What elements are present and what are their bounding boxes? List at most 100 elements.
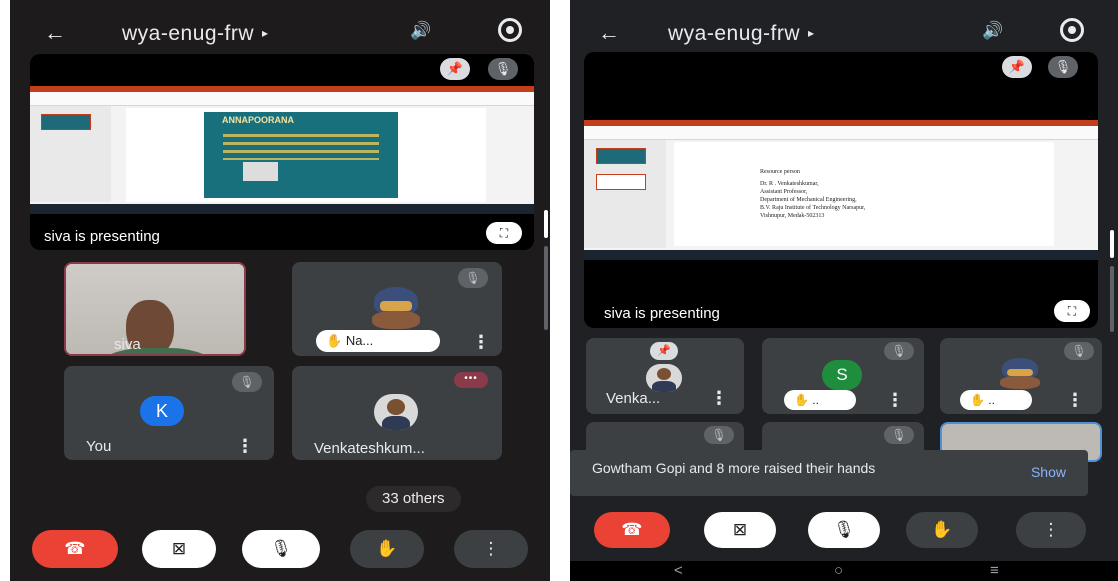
raised-hand-icon: ✋ — [970, 393, 985, 407]
back-arrow-icon[interactable]: ← — [44, 20, 66, 46]
end-call-icon: ☎ — [621, 520, 643, 539]
participant-tile-you[interactable]: 🎙 K You ⋮ — [64, 366, 274, 460]
mic-off-icon: 🎙 — [833, 520, 855, 539]
raised-hands-snackbar: Gowtham Gopi and 8 more raised their han… — [570, 450, 1088, 496]
slide-thumbnail — [41, 114, 92, 130]
mic-off-icon: 🎙 — [884, 342, 914, 360]
raised-hand-icon: ✋ — [326, 333, 343, 348]
switch-camera-icon[interactable] — [498, 18, 522, 42]
caret-right-icon: ▸ — [262, 26, 269, 40]
more-options-button[interactable]: ⋮ — [1016, 512, 1086, 548]
meeting-code-title[interactable]: wya-enug-frw ▸ — [122, 22, 269, 46]
participant-tile-venka[interactable]: 📌 Venka... ⋮ — [586, 338, 744, 414]
meeting-code-title[interactable]: wya-enug-frw ▸ — [668, 22, 815, 46]
slide-thumbnail — [595, 174, 647, 190]
pin-icon[interactable]: 📌 — [1002, 56, 1032, 78]
nav-back-icon[interactable]: < — [674, 562, 683, 579]
shared-screen: Resource person Dr. R . Venkateshkumar, … — [584, 120, 1098, 260]
participant-tile-siva[interactable]: siva ⋮ — [64, 262, 246, 356]
more-options-icon[interactable]: ⋮ — [710, 389, 728, 407]
slide-thumbnail — [595, 148, 647, 164]
camera-off-icon: ⊠ — [171, 539, 187, 558]
nav-recents-icon[interactable]: ≡ — [990, 562, 999, 579]
camera-toggle-button[interactable]: ⊠ — [704, 512, 776, 548]
left-phone-screen: ← wya-enug-frw ▸ 🔊 📌 🎙 ANNAPOORANA siva … — [10, 0, 550, 581]
more-options-icon[interactable]: ⋮ — [886, 391, 904, 409]
right-phone-screen: ← wya-enug-frw ▸ 🔊 📌 🎙 Resource person Dr… — [570, 0, 1118, 581]
participant-name: siva — [114, 336, 141, 353]
avatar-photo — [374, 394, 418, 430]
scrollbar-thumb[interactable] — [1110, 230, 1114, 258]
nav-home-icon[interactable]: ○ — [834, 562, 843, 579]
more-options-button[interactable]: ⋮ — [454, 530, 528, 568]
poster-photo — [242, 161, 278, 181]
hand-icon: ✋ — [931, 520, 953, 539]
avatar-letter: S — [822, 360, 862, 390]
end-call-button[interactable]: ☎ — [32, 530, 118, 568]
mic-off-icon: 🎙 — [232, 372, 262, 392]
participant-tile-na[interactable]: 🎙 ✋ Na... ⋮ — [292, 262, 502, 356]
slide-poster: ANNAPOORANA — [204, 112, 398, 198]
switch-camera-icon[interactable] — [1060, 18, 1084, 42]
mic-off-icon: 🎙 — [488, 58, 518, 80]
fullscreen-icon[interactable]: ⛶ — [1054, 300, 1090, 322]
raised-hand-badge: ✋ .. — [784, 390, 856, 410]
participant-name: Na... — [345, 333, 374, 348]
more-options-icon[interactable]: ⋮ — [472, 333, 490, 351]
pin-icon[interactable]: 📌 — [650, 342, 678, 360]
show-hands-button[interactable]: Show — [1031, 464, 1066, 480]
android-nav-bar: < ○ ≡ — [570, 561, 1118, 581]
snackbar-message: Gowtham Gopi and 8 more raised their han… — [592, 460, 876, 476]
camera-toggle-button[interactable]: ⊠ — [142, 530, 216, 568]
more-vert-icon: ⋮ — [482, 539, 500, 558]
speaker-icon[interactable]: 🔊 — [982, 21, 1003, 41]
mic-off-icon: 🎙 — [458, 268, 488, 288]
ppt-toolbar — [30, 92, 534, 106]
more-options-icon[interactable]: ⋮ — [1066, 391, 1084, 409]
activity-dots-icon: ••• — [454, 372, 488, 388]
raised-hand-badge: ✋ .. — [960, 390, 1032, 410]
slide-canvas: Resource person Dr. R . Venkateshkumar, … — [674, 142, 1054, 246]
resource-person-text: Resource person Dr. R . Venkateshkumar, … — [760, 169, 866, 219]
mic-toggle-button[interactable]: 🎙 — [808, 512, 880, 548]
presentation-panel[interactable]: 📌 🎙 Resource person Dr. R . Venkateshkum… — [584, 52, 1098, 328]
participant-tile-s[interactable]: 🎙 S ✋ .. ⋮ — [762, 338, 924, 414]
scrollbar-track[interactable] — [1110, 266, 1114, 332]
avatar-cartoon — [998, 356, 1042, 390]
scrollbar-thumb[interactable] — [544, 210, 548, 238]
fullscreen-icon[interactable]: ⛶ — [486, 222, 522, 244]
ppt-toolbar — [584, 126, 1098, 140]
presenting-label: siva is presenting — [604, 305, 720, 322]
raised-hand-icon: ✋ — [794, 393, 809, 407]
participant-name: You — [86, 438, 112, 455]
avatar-letter: K — [140, 396, 184, 426]
scrollbar-track[interactable] — [544, 246, 548, 330]
participant-tile-cartoon[interactable]: 🎙 ✋ .. ⋮ — [940, 338, 1102, 414]
presenting-label: siva is presenting — [44, 228, 160, 245]
windows-taskbar — [30, 204, 534, 214]
raise-hand-button[interactable]: ✋ — [906, 512, 978, 548]
others-count-pill[interactable]: 33 others — [366, 486, 461, 512]
back-arrow-icon[interactable]: ← — [598, 20, 620, 46]
poster-title: ANNAPOORANA — [222, 115, 294, 125]
raised-hand-badge: ✋ Na... — [316, 330, 440, 352]
slide-thumbnails — [584, 140, 667, 248]
end-call-button[interactable]: ☎ — [594, 512, 670, 548]
camera-off-icon: ⊠ — [732, 520, 748, 539]
shared-screen: ANNAPOORANA — [30, 86, 534, 214]
hand-icon: ✋ — [376, 539, 398, 558]
speaker-icon[interactable]: 🔊 — [410, 21, 431, 41]
participant-tile-venkateshkumar[interactable]: ••• Venkateshkum... — [292, 366, 502, 460]
avatar-cartoon — [370, 284, 422, 330]
pin-icon[interactable]: 📌 — [440, 58, 470, 80]
end-call-icon: ☎ — [64, 539, 86, 558]
mic-off-icon: 🎙 — [1064, 342, 1094, 360]
mic-toggle-button[interactable]: 🎙 — [242, 530, 320, 568]
mic-off-icon: 🎙 — [884, 426, 914, 444]
more-options-icon[interactable]: ⋮ — [236, 437, 254, 455]
raise-hand-button[interactable]: ✋ — [350, 530, 424, 568]
more-vert-icon: ⋮ — [1042, 520, 1060, 539]
presentation-panel[interactable]: 📌 🎙 ANNAPOORANA siva is presenting ⛶ — [30, 54, 534, 250]
more-options-icon[interactable]: ⋮ — [238, 333, 244, 351]
slide-canvas: ANNAPOORANA — [126, 108, 486, 202]
